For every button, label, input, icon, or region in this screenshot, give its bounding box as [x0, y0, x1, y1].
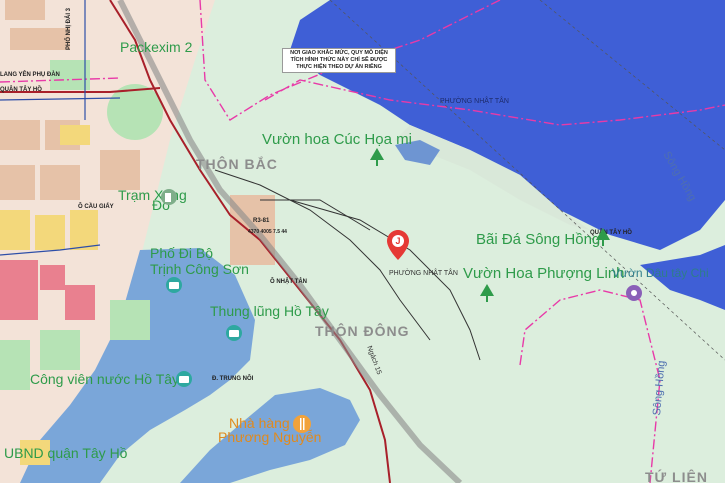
pho-di-bo-label[interactable]: Phố Đi Bộ	[150, 246, 213, 260]
camera-icon[interactable]	[175, 370, 193, 388]
vuon-hoa-phuong-linh-label[interactable]: Vườn Hoa Phượng Linh	[463, 266, 625, 281]
ward-center-label: PHƯỜNG NHẬT TÂN	[389, 270, 458, 277]
quan-tay-ho-top-label: QUẬN TÂY HỒ	[0, 87, 42, 93]
nha-hang-label[interactable]: Nhà hàng	[229, 416, 290, 430]
yen-phu-label: LANG YÊN PHỤ ĐÀN	[0, 72, 60, 78]
bai-da-label[interactable]: Bãi Đá Sông Hồng	[476, 232, 600, 247]
svg-text:J: J	[395, 236, 400, 246]
park-tree-icon[interactable]	[480, 284, 494, 302]
camera-icon[interactable]	[225, 324, 243, 342]
park-tree-icon[interactable]	[370, 148, 384, 166]
cong-vien-label[interactable]: Công viên nước Hồ Tây	[30, 372, 179, 386]
location-pin-icon[interactable]: J	[387, 230, 409, 260]
r3-sub-label: 4370 4005 7.5 44	[248, 229, 287, 235]
ward-label-river: PHƯỜNG NHẬT TÂN	[440, 98, 509, 105]
tu-lien-label: TỨ LIÊN	[645, 469, 708, 483]
thung-lung-label[interactable]: Thung lũng Hồ Tây	[210, 304, 329, 318]
r3-label: R3-81	[253, 218, 270, 224]
small-address-label: Đ. TRUNG NÔI	[212, 376, 254, 382]
park-tree-icon[interactable]	[596, 228, 610, 246]
restaurant-icon[interactable]	[292, 414, 312, 434]
vuon-dau-label[interactable]: Vườn Dâu tây Chi	[612, 267, 709, 279]
pho-dal-label: PHỐ NHỊ ĐẢI 3	[66, 7, 72, 50]
nhat-tan-small-label: Ô NHẬT TÂN	[270, 279, 307, 285]
packexim-label[interactable]: Packexim 2	[120, 40, 192, 54]
thon-dong-label: THÔN ĐÔNG	[315, 323, 410, 339]
trinh-cong-son-label: Trịnh Công Sơn	[150, 261, 249, 277]
thon-bac-label: THÔN BẮC	[196, 156, 278, 172]
ubnd-label[interactable]: UBND quận Tây Hồ	[4, 446, 127, 460]
au-cau-giay-label: Ô CẦU GIẤY	[78, 204, 114, 210]
garden-cuc-hoa-mi-label[interactable]: Vườn hoa Cúc Họa mi	[262, 132, 412, 147]
location-pin-icon[interactable]	[625, 284, 643, 302]
camera-icon[interactable]	[165, 276, 183, 294]
map-view[interactable]: NƠI GIAO KHẮC MỨC, QUY MÔ DIỆN TÍCH HÌNH…	[0, 0, 725, 483]
planning-note: NƠI GIAO KHẮC MỨC, QUY MÔ DIỆN TÍCH HÌNH…	[282, 48, 396, 73]
gas-station-icon[interactable]	[160, 188, 178, 206]
